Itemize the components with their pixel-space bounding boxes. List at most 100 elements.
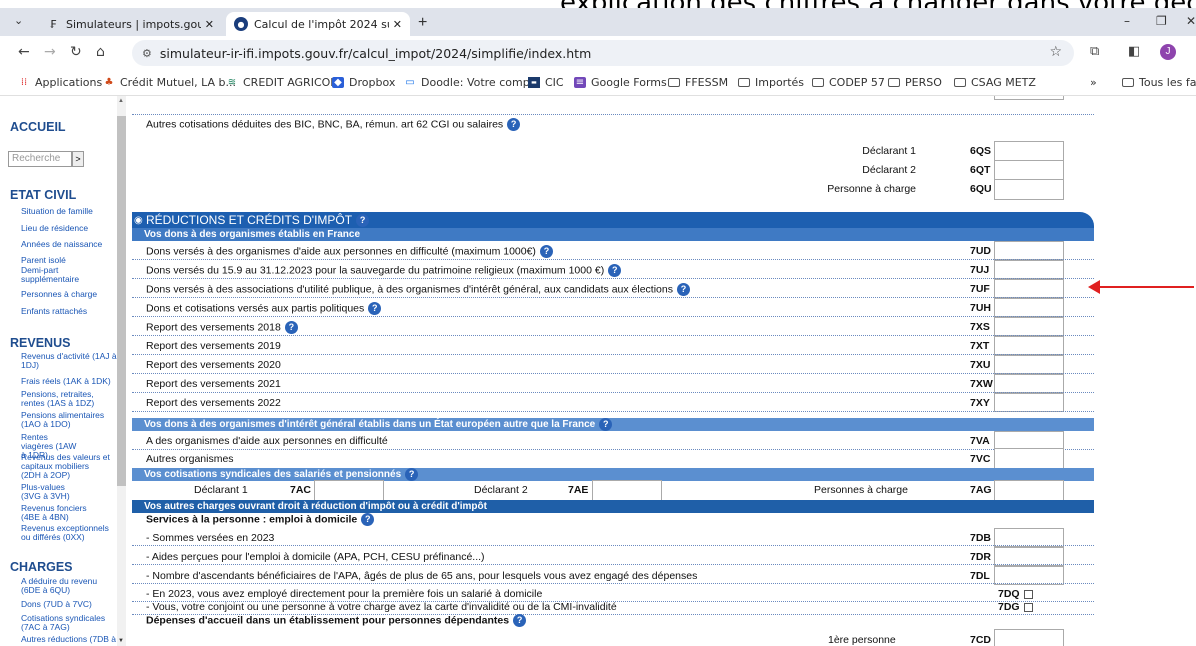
sidebar-link[interactable]: Années de naissance [21, 240, 117, 249]
sidebar-link[interactable]: Pensions, retraites, rentes (1AS à 1DZ) [21, 390, 103, 408]
sidebar-link[interactable]: Revenus d'activité (1AJ à 1DJ) [21, 352, 117, 370]
bookmark-label: CSAG METZ [971, 76, 1036, 89]
minimize-icon[interactable]: – [1124, 14, 1130, 28]
scrollbar-thumb[interactable] [117, 116, 126, 486]
sidebar-link[interactable]: Revenus des valeurs et capitaux mobilier… [21, 453, 111, 480]
don-amount-input[interactable] [994, 241, 1064, 260]
help-icon[interactable]: ? [284, 321, 298, 334]
sidebar-link[interactable]: Demi-part supplémentaire [21, 266, 81, 284]
input-7ag[interactable] [994, 480, 1064, 501]
don-amount-input[interactable] [994, 336, 1064, 355]
new-tab-plus-icon[interactable]: + [418, 14, 427, 32]
input-7ac[interactable] [314, 480, 384, 501]
close-icon[interactable]: ✕ [393, 18, 402, 31]
bookmark-star-icon[interactable]: ☆ [1049, 44, 1062, 60]
row-separator [132, 114, 1094, 115]
bookmark-perso[interactable]: PERSO [888, 76, 942, 89]
sidebar-link[interactable]: Situation de famille [21, 207, 117, 216]
scroll-up-icon[interactable]: ▲ [118, 98, 124, 104]
search-input[interactable]: Recherche [8, 151, 72, 167]
bookmark-all[interactable]: Tous les favo [1122, 76, 1196, 89]
sidebar-link[interactable]: Revenus fonciers (4BE à 4BN) [21, 504, 91, 522]
sidebar-link[interactable]: Lieu de résidence [21, 224, 117, 233]
input-6qu[interactable] [994, 179, 1064, 200]
don-amount-input[interactable] [994, 355, 1064, 374]
tab-calcul[interactable]: ● Calcul de l'impôt 2024 sur les re ✕ [226, 12, 410, 36]
code-7ac: 7AC [290, 484, 312, 496]
search-go-button[interactable]: > [72, 151, 84, 167]
bookmark-cic[interactable]: ▬ CIC [528, 76, 564, 89]
tab-search-icon[interactable]: ⌄ [14, 14, 30, 30]
restore-icon[interactable]: ❐ [1156, 14, 1167, 28]
nav-etat-civil[interactable]: ETAT CIVIL [10, 188, 76, 202]
bookmark-google-forms[interactable]: ≡ Google Forms [574, 76, 667, 89]
service-code: 7DR [970, 551, 992, 563]
sidebar-link[interactable]: Parent isolé [21, 256, 117, 265]
sidebar-link[interactable]: Pensions alimentaires (1AO à 1DO) [21, 411, 107, 429]
nav-revenus[interactable]: REVENUS [10, 336, 70, 350]
service-checkbox[interactable] [1023, 602, 1033, 612]
input-7vc[interactable] [994, 448, 1064, 469]
don-amount-input[interactable] [994, 374, 1064, 393]
close-icon[interactable]: ✕ [205, 18, 214, 31]
input-6qs[interactable] [994, 141, 1064, 162]
help-icon[interactable]: ? [676, 283, 690, 296]
don-amount-input[interactable] [994, 298, 1064, 317]
input-7cd[interactable] [994, 629, 1064, 646]
home-icon[interactable]: ⌂ [96, 44, 105, 60]
bookmark-dropbox[interactable]: ◆ Dropbox [332, 76, 395, 89]
input-7ae[interactable] [592, 480, 662, 501]
help-icon[interactable]: ? [599, 418, 613, 431]
profile-avatar[interactable]: J [1160, 44, 1176, 60]
service-code: 7DL [970, 570, 990, 582]
don-amount-input[interactable] [994, 279, 1064, 298]
bookmark-credit-agricole[interactable]: ≋ CREDIT AGRICOLE [226, 76, 344, 89]
back-arrow-icon[interactable]: ← [18, 44, 30, 60]
bookmarks-overflow[interactable]: » [1090, 76, 1097, 89]
nav-charges[interactable]: CHARGES [10, 560, 73, 574]
reload-icon[interactable]: ↻ [70, 44, 82, 60]
close-window-icon[interactable]: ✕ [1186, 14, 1196, 28]
bookmark-csag-metz[interactable]: CSAG METZ [954, 76, 1036, 89]
sidebar-link[interactable]: Revenus exceptionnels ou différés (0XX) [21, 524, 111, 542]
bookmark-importes[interactable]: Importés [738, 76, 804, 89]
help-icon[interactable]: ? [361, 513, 375, 526]
tab-simulateurs[interactable]: ₣ Simulateurs | impots.gouv.fr ✕ [38, 12, 222, 36]
sidebar-link[interactable]: Personnes à charge [21, 290, 117, 299]
url-bar[interactable]: ⚙ simulateur-ir-ifi.impots.gouv.fr/calcu… [132, 40, 1074, 66]
scroll-down-icon[interactable]: ▼ [118, 638, 124, 644]
help-icon[interactable]: ? [405, 468, 419, 481]
sidebar-link[interactable]: Enfants rattachés [21, 307, 117, 316]
amount-input[interactable] [994, 96, 1064, 100]
bookmark-ffessm[interactable]: FFESSM [668, 76, 728, 89]
help-icon[interactable]: ? [507, 118, 521, 131]
don-amount-input[interactable] [994, 317, 1064, 336]
bookmark-label: Doodle: Votre comp... [421, 76, 541, 89]
site-settings-icon[interactable]: ⚙ [142, 47, 152, 60]
sidebar-scrollbar[interactable]: ▲ ▼ [117, 96, 126, 646]
sidebar-link[interactable]: Autres réductions (7DB à [21, 635, 117, 644]
sidebar-link[interactable]: Dons (7UD à 7VC) [21, 600, 117, 609]
input-6qt[interactable] [994, 160, 1064, 181]
help-icon[interactable]: ? [356, 214, 370, 228]
sidebar-link[interactable]: Frais réels (1AK à 1DK) [21, 377, 117, 386]
sidebar-link[interactable]: A déduire du revenu (6DE à 6QU) [21, 577, 101, 595]
bookmark-doodle[interactable]: ▭ Doodle: Votre comp... [404, 76, 540, 89]
extensions-icon[interactable]: ⧉ [1090, 44, 1099, 59]
bookmark-codep57[interactable]: CODEP 57 [812, 76, 885, 89]
row-separator [132, 297, 1094, 298]
bookmark-applications[interactable]: ⁞⁞ Applications [18, 76, 102, 89]
help-icon[interactable]: ? [539, 245, 553, 258]
help-icon[interactable]: ? [608, 264, 622, 277]
sidepanel-icon[interactable]: ◧ [1128, 44, 1140, 59]
nav-accueil[interactable]: ACCUEIL [10, 120, 66, 134]
bookmark-credit-mutuel[interactable]: ♣ Crédit Mutuel, LA b... [103, 76, 237, 89]
help-icon[interactable]: ? [368, 302, 382, 315]
don-amount-input[interactable] [994, 260, 1064, 279]
help-icon[interactable]: ? [513, 614, 527, 627]
sidebar-link[interactable]: Cotisations syndicales (7AC à 7AG) [21, 614, 107, 632]
service-checkbox[interactable] [1023, 589, 1033, 599]
don-amount-input[interactable] [994, 393, 1064, 412]
forward-arrow-icon[interactable]: → [44, 44, 56, 60]
sidebar-link[interactable]: Plus-values (3VG à 3VH) [21, 483, 81, 501]
